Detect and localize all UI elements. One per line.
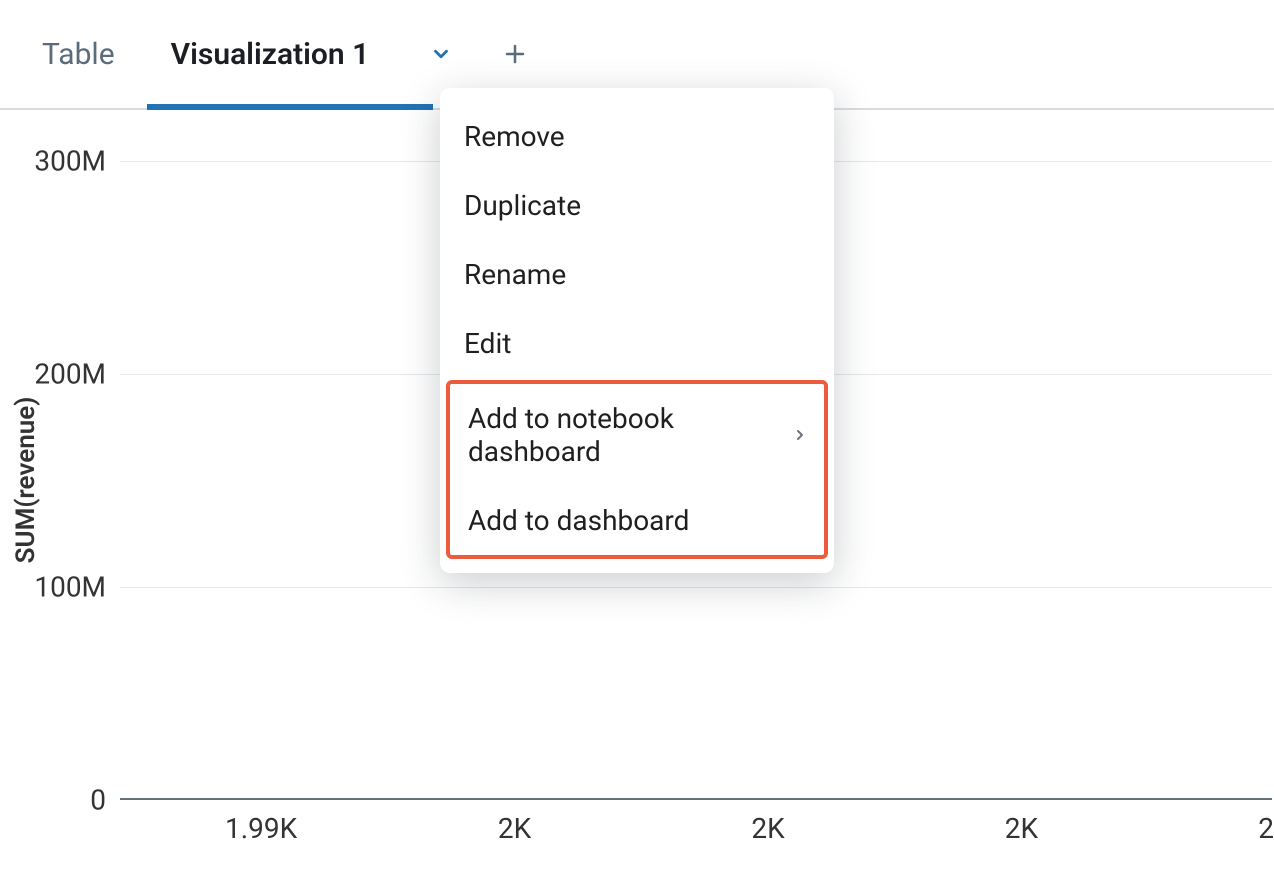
x-tick-label: 2K: [498, 812, 531, 845]
menu-highlight-group: Add to notebook dashboard Add to dashboa…: [446, 380, 828, 559]
y-tick-label: 0: [90, 784, 106, 817]
x-tick-label: 1.99K: [225, 812, 297, 845]
tab-visualization-1[interactable]: Visualization 1: [167, 0, 374, 108]
y-tick-label: 100M: [34, 571, 106, 604]
menu-item-add-to-dashboard[interactable]: Add to dashboard: [450, 486, 824, 555]
menu-item-edit[interactable]: Edit: [440, 309, 834, 378]
y-tick-label: 300M: [34, 145, 106, 178]
y-axis-label: SUM(revenue): [11, 397, 41, 564]
tab-actions: [427, 40, 529, 68]
x-tick-label: 2K: [1258, 812, 1274, 845]
tab-table[interactable]: Table: [38, 0, 119, 108]
menu-item-label: Add to notebook dashboard: [468, 402, 792, 468]
menu-item-remove[interactable]: Remove: [440, 102, 834, 171]
plus-icon[interactable]: [501, 40, 529, 68]
chevron-right-icon: [792, 419, 808, 452]
x-tick-label: 2K: [751, 812, 784, 845]
chevron-down-icon[interactable]: [427, 40, 455, 68]
menu-item-duplicate[interactable]: Duplicate: [440, 171, 834, 240]
menu-item-add-to-notebook-dashboard[interactable]: Add to notebook dashboard: [450, 384, 824, 486]
tab-context-menu: Remove Duplicate Rename Edit Add to note…: [440, 88, 834, 573]
tab-visualization-label: Visualization 1: [171, 37, 370, 72]
menu-item-rename[interactable]: Rename: [440, 240, 834, 309]
y-tick-label: 200M: [34, 358, 106, 391]
gridline: [120, 587, 1272, 588]
x-tick-label: 2K: [1005, 812, 1038, 845]
